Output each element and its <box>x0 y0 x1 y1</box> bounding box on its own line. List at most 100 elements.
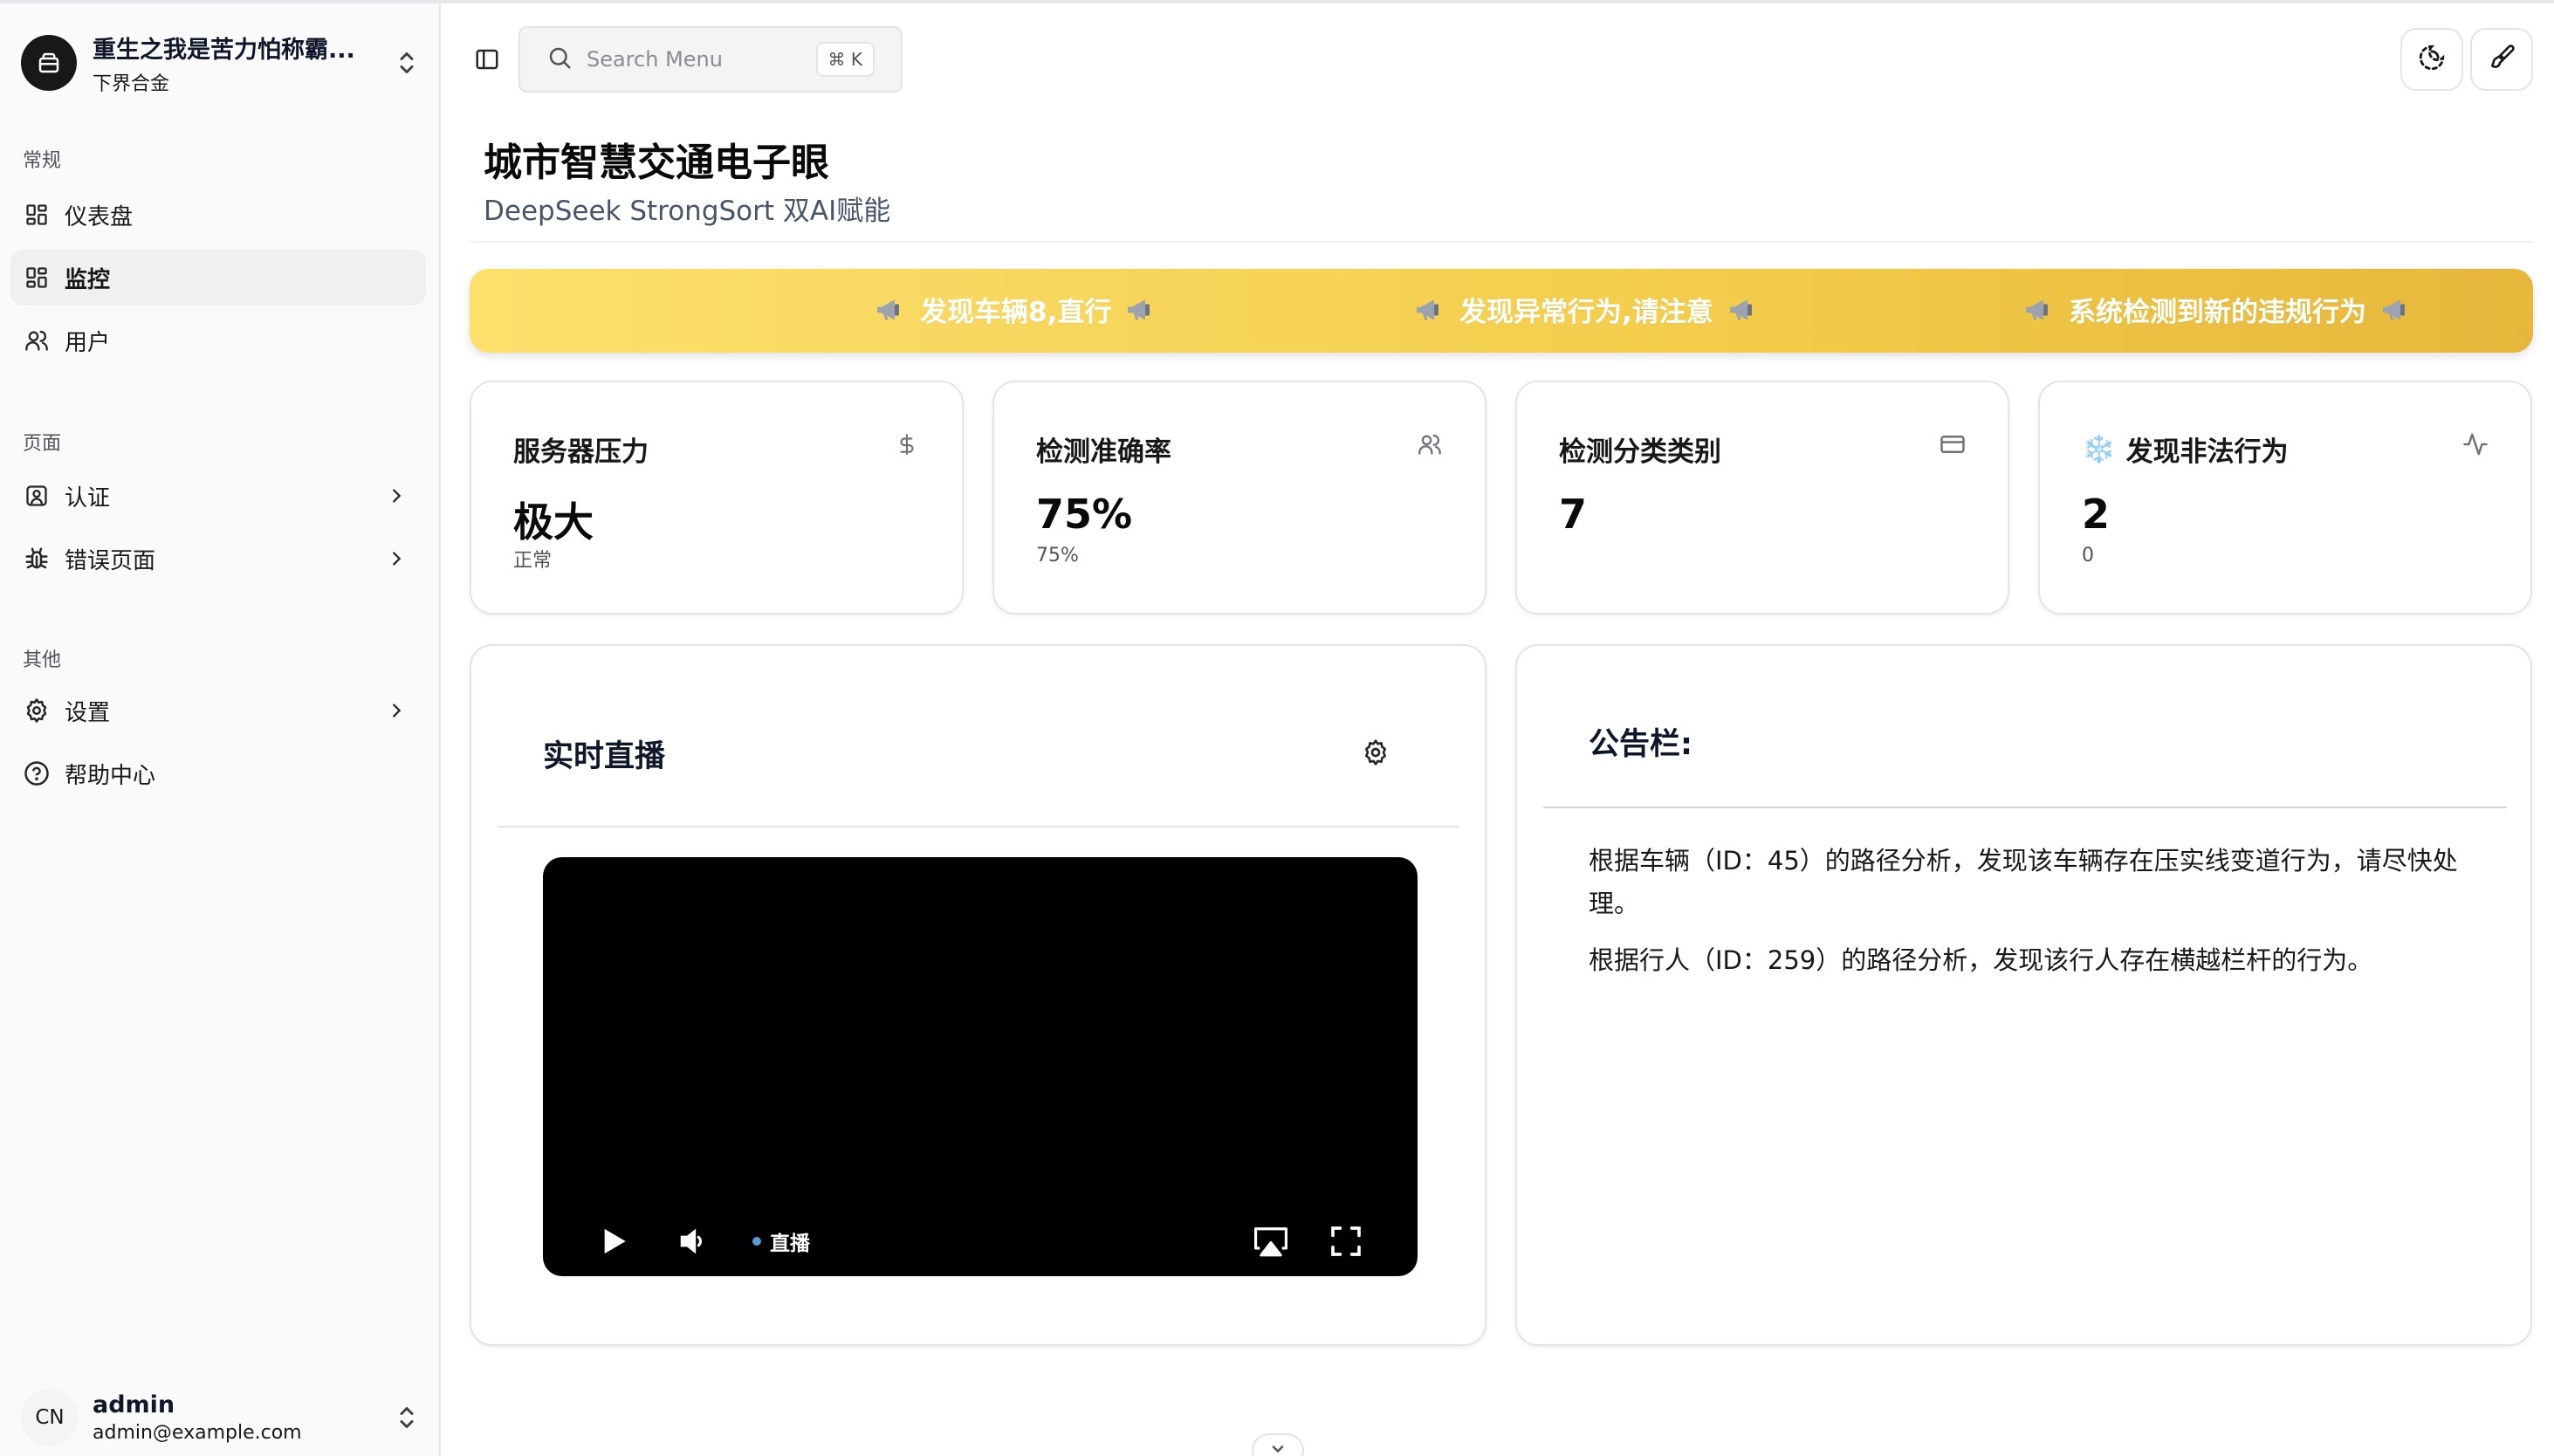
stat-title: ❄️ 发现非法行为 <box>2082 429 2289 469</box>
user-square-icon <box>23 482 51 510</box>
team-switcher[interactable]: 重生之我是苦力怕称霸... 下界合金 <box>21 30 419 96</box>
notice-board-content: 根据车辆（ID：45）的路径分析，发现该车辆存在压实线变道行为，请尽快处理。 根… <box>1589 840 2461 996</box>
scroll-toggle-button[interactable] <box>1252 1433 1304 1456</box>
live-stream-title: 实时直播 <box>543 739 666 774</box>
megaphone-icon <box>1128 299 1150 320</box>
airplay-button[interactable] <box>1250 1222 1292 1260</box>
volume-icon <box>680 1228 703 1254</box>
stat-title: 检测准确率 <box>1036 436 1171 468</box>
help-circle-icon <box>23 759 51 787</box>
chevron-right-icon <box>379 541 414 576</box>
user-email: admin@example.com <box>93 1422 302 1444</box>
mute-button[interactable] <box>674 1222 712 1260</box>
megaphone-icon <box>1417 299 1438 320</box>
notice-board-card: 公告栏: 根据车辆（ID：45）的路径分析，发现该车辆存在压实线变道行为，请尽快… <box>1515 644 2532 1346</box>
team-plan: 下界合金 <box>93 72 170 95</box>
user-menu[interactable]: CN admin admin@example.com <box>21 1386 419 1449</box>
stat-value: 75% <box>1036 491 1133 538</box>
team-logo-icon <box>21 35 77 91</box>
sidebar: 重生之我是苦力怕称霸... 下界合金 常规 仪表盘 监控 用户 页面 认证 错误… <box>0 3 441 1456</box>
search-icon <box>546 45 573 74</box>
avatar: CN <box>21 1389 79 1446</box>
marquee-text: 发现车辆8,直行 <box>920 297 1112 328</box>
sidebar-item-label: 错误页面 <box>65 547 156 574</box>
notice-line: 根据车辆（ID：45）的路径分析，发现该车辆存在压实线变道行为，请尽快处理。 <box>1589 846 2458 918</box>
sidebar-item-users[interactable]: 用户 <box>10 312 426 368</box>
stat-value: 2 <box>2082 491 2111 538</box>
notice-line: 根据行人（ID：259）的路径分析，发现该行人存在横越栏杆的行为。 <box>1589 945 2373 975</box>
live-stream-card: 实时直播 直播 <box>470 644 1486 1346</box>
divider <box>498 826 1459 828</box>
chevron-down-icon <box>1272 1446 1284 1453</box>
gear-icon <box>23 697 51 725</box>
moon-icon <box>2417 43 2447 76</box>
stat-card-server-load: 服务器压力 极大 正常 <box>470 381 964 615</box>
snowflake-icon: ❄️ <box>2082 434 2116 465</box>
divider <box>1543 807 2507 808</box>
marquee-item: 发现车辆8,直行 <box>861 290 1171 329</box>
paintbrush-icon <box>2488 44 2516 75</box>
marquee-text: 系统检测到新的违规行为 <box>2069 297 2366 328</box>
marquee-item: 发现异常行为,请注意 <box>1400 290 1773 329</box>
megaphone-icon <box>2383 299 2405 320</box>
chevrons-up-down-icon <box>395 45 419 80</box>
users-icon <box>23 326 51 354</box>
sidebar-item-auth[interactable]: 认证 <box>10 468 426 524</box>
bug-icon <box>23 545 51 573</box>
sidebar-item-dashboard[interactable]: 仪表盘 <box>10 187 426 243</box>
sidebar-item-monitor[interactable]: 监控 <box>10 250 426 306</box>
stat-title: 检测分类类别 <box>1559 436 1721 468</box>
megaphone-icon <box>2026 299 2048 320</box>
airplay-icon <box>1254 1227 1287 1257</box>
marquee-text: 发现异常行为,请注意 <box>1459 297 1713 328</box>
video-player[interactable]: 直播 <box>543 857 1418 1276</box>
theme-toggle-button[interactable] <box>2400 28 2463 91</box>
layout-grid-icon <box>23 264 51 292</box>
stat-value: 7 <box>1559 491 1588 538</box>
team-name: 重生之我是苦力怕称霸... <box>93 36 355 64</box>
marquee-item: 系统检测到新的违规行为 <box>2009 290 2426 329</box>
fullscreen-icon <box>1331 1226 1361 1256</box>
theme-customize-button[interactable] <box>2470 28 2533 91</box>
chevrons-up-down-icon <box>395 1400 419 1435</box>
live-indicator: 直播 <box>752 1222 810 1260</box>
fullscreen-button[interactable] <box>1325 1222 1367 1260</box>
group-label-general: 常规 <box>23 150 62 172</box>
credit-card-icon <box>1940 431 1966 457</box>
user-name: admin <box>93 1391 175 1418</box>
stat-value: 极大 <box>513 498 594 546</box>
stat-card-categories: 检测分类类别 7 <box>1515 381 2009 615</box>
stat-subtext: 正常 <box>513 550 553 572</box>
notice-board-title: 公告栏: <box>1589 727 1692 762</box>
dollar-icon <box>894 431 920 457</box>
sidebar-item-label: 监控 <box>65 266 111 293</box>
stat-subtext: 75% <box>1036 545 1079 567</box>
search-shortcut-badge: ⌘ K <box>815 42 875 77</box>
sidebar-item-error-pages[interactable]: 错误页面 <box>10 531 426 587</box>
sidebar-item-label: 用户 <box>65 329 111 356</box>
stat-title-text: 发现非法行为 <box>2125 436 2289 468</box>
live-badge: 直播 <box>770 1233 810 1255</box>
sidebar-item-label: 认证 <box>65 484 111 512</box>
announcement-marquee: 发现车辆8,直行 发现异常行为,请注意 系统检测到新的违规行为 <box>470 269 2533 353</box>
stat-card-violations: ❄️ 发现非法行为 2 0 <box>2038 381 2532 615</box>
sidebar-item-label: 仪表盘 <box>65 203 134 230</box>
stat-card-accuracy: 检测准确率 75% 75% <box>992 381 1486 615</box>
search-input[interactable]: Search Menu ⌘ K <box>518 26 903 93</box>
sidebar-toggle-button[interactable] <box>468 40 506 79</box>
layout-grid-icon <box>23 201 51 229</box>
chevron-right-icon <box>379 478 414 513</box>
play-button[interactable] <box>595 1222 634 1260</box>
page-subtitle: DeepSeek StrongSort 双AI赋能 <box>484 196 891 227</box>
group-label-other: 其他 <box>23 649 62 671</box>
users-icon <box>1417 431 1443 457</box>
group-label-pages: 页面 <box>23 433 62 455</box>
page-title: 城市智慧交通电子眼 <box>484 141 829 185</box>
sidebar-item-settings[interactable]: 设置 <box>10 683 426 738</box>
gear-icon[interactable] <box>1358 735 1393 770</box>
sidebar-item-label: 设置 <box>65 699 111 726</box>
live-dot-icon <box>752 1237 761 1246</box>
play-icon <box>604 1228 626 1254</box>
sidebar-item-help[interactable]: 帮助中心 <box>10 745 426 801</box>
activity-icon <box>2462 431 2489 457</box>
